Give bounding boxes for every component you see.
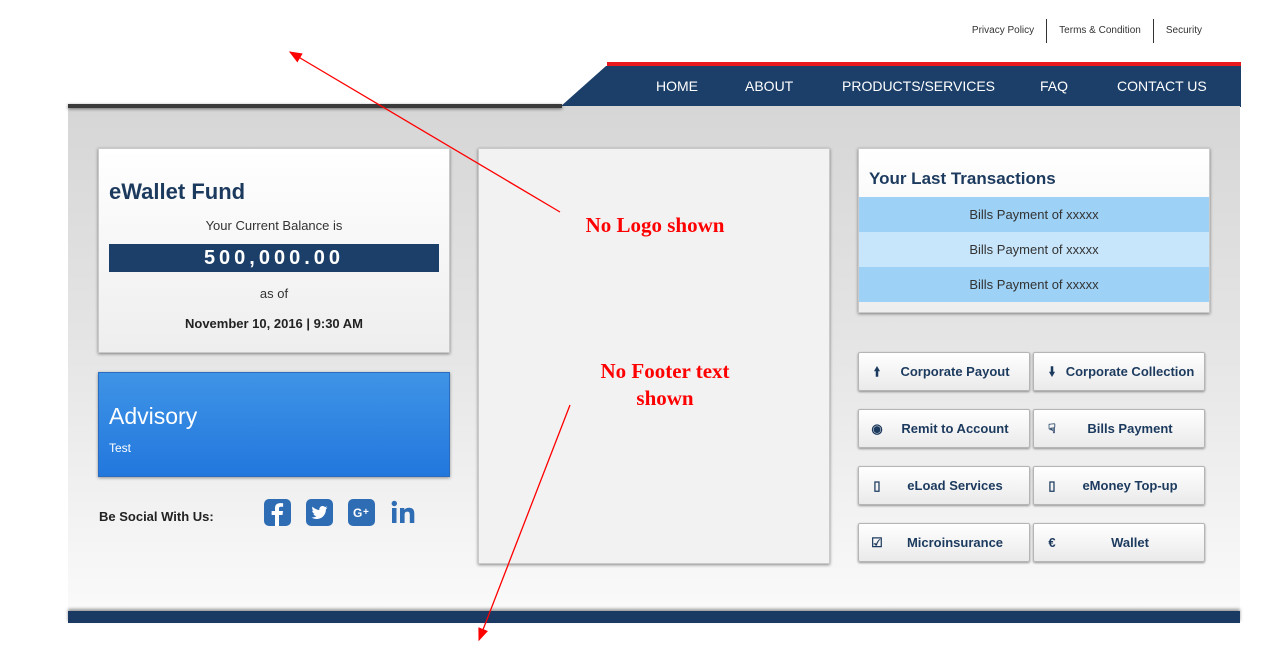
nav-accent-line bbox=[607, 62, 1241, 66]
linkedin-icon[interactable] bbox=[391, 499, 418, 526]
advisory-text: Test bbox=[109, 441, 132, 455]
svg-text:G: G bbox=[353, 506, 362, 520]
nav-faq[interactable]: FAQ bbox=[1040, 66, 1068, 107]
emoney-topup-button[interactable]: ▯ eMoney Top-up bbox=[1033, 466, 1205, 505]
transaction-row[interactable]: Bills Payment of xxxxx bbox=[859, 232, 1209, 267]
as-of-label: as of bbox=[259, 286, 289, 301]
privacy-policy-link[interactable]: Privacy Policy bbox=[960, 20, 1046, 42]
no-logo-annotation: No Logo shown bbox=[585, 213, 725, 237]
no-footer-annotation: No Footer text shown bbox=[565, 358, 765, 412]
wallet-button[interactable]: € Wallet bbox=[1033, 523, 1205, 562]
check-square-icon: ☑ bbox=[871, 535, 883, 550]
globe-icon: ◉ bbox=[871, 421, 883, 436]
balance-caption: Your Current Balance is bbox=[205, 218, 343, 233]
social-label: Be Social With Us: bbox=[99, 509, 214, 524]
no-footer-annotation-line1: No Footer text bbox=[600, 359, 730, 383]
advisory-card: Advisory Test bbox=[98, 372, 450, 477]
ewallet-card: eWallet Fund Your Current Balance is 500… bbox=[98, 148, 450, 353]
hand-icon: ☟ bbox=[1048, 421, 1056, 436]
last-transactions-card: Your Last Transactions Bills Payment of … bbox=[858, 148, 1210, 313]
terms-link[interactable]: Terms & Condition bbox=[1047, 20, 1153, 42]
nav-about[interactable]: ABOUT bbox=[745, 66, 793, 107]
transaction-row[interactable]: Bills Payment of xxxxx bbox=[859, 197, 1209, 232]
mobile-icon: ▯ bbox=[873, 478, 881, 493]
center-content-panel bbox=[478, 148, 830, 564]
google-plus-icon[interactable]: G + bbox=[348, 499, 375, 526]
svg-text:+: + bbox=[363, 507, 369, 518]
transactions-title: Your Last Transactions bbox=[869, 169, 1056, 188]
mobile-icon: ▯ bbox=[1048, 478, 1056, 493]
corporate-payout-button[interactable]: 🠙 Corporate Payout bbox=[858, 352, 1030, 391]
transaction-row[interactable]: Bills Payment of xxxxx bbox=[859, 267, 1209, 302]
microinsurance-button[interactable]: ☑ Microinsurance bbox=[858, 523, 1030, 562]
security-link[interactable]: Security bbox=[1154, 20, 1214, 42]
nav-products-services[interactable]: PRODUCTS/SERVICES bbox=[842, 66, 995, 107]
arrow-up-icon: 🠙 bbox=[873, 364, 881, 379]
advisory-title: Advisory bbox=[109, 403, 198, 429]
arrow-down-icon: 🠛 bbox=[1048, 364, 1056, 379]
no-footer-annotation-line2: shown bbox=[636, 386, 694, 410]
balance-date: November 10, 2016 | 9:30 AM bbox=[184, 316, 364, 331]
euro-icon: € bbox=[1048, 535, 1056, 550]
twitter-icon[interactable] bbox=[306, 499, 333, 526]
eload-services-button[interactable]: ▯ eLoad Services bbox=[858, 466, 1030, 505]
logo-area-edge bbox=[68, 104, 562, 108]
ewallet-title: eWallet Fund bbox=[109, 179, 246, 204]
balance-value: 500,000.00 bbox=[109, 244, 439, 272]
main-nav: HOME ABOUT PRODUCTS/SERVICES FAQ CONTACT… bbox=[560, 66, 1241, 107]
bills-payment-button[interactable]: ☟ Bills Payment bbox=[1033, 409, 1205, 448]
facebook-icon[interactable] bbox=[264, 499, 291, 526]
top-links: Privacy Policy Terms & Condition Securit… bbox=[960, 19, 1214, 43]
nav-contact-us[interactable]: CONTACT US bbox=[1117, 66, 1207, 107]
corporate-collection-button[interactable]: 🠛 Corporate Collection bbox=[1033, 352, 1205, 391]
nav-home[interactable]: HOME bbox=[656, 66, 698, 107]
remit-to-account-button[interactable]: ◉ Remit to Account bbox=[858, 409, 1030, 448]
footer-bar bbox=[68, 611, 1240, 623]
